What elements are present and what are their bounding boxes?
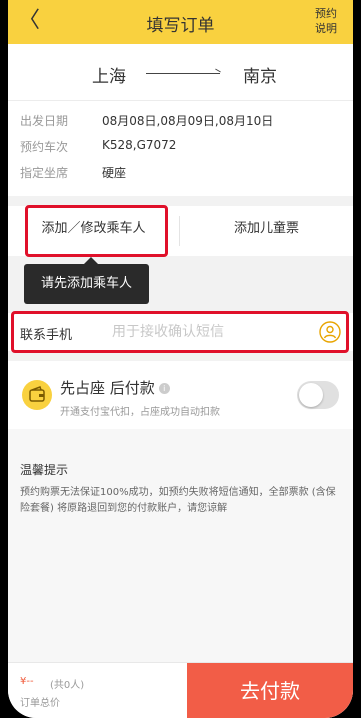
pay-later-subtitle: 开通支付宝代扣，占座成功自动扣款 [60, 407, 220, 418]
add-passenger-tooltip: 请先添加乘车人 [24, 257, 149, 304]
contact-label: 联系手机 [20, 328, 73, 343]
pay-later-title: 先占座 后付款 i [60, 377, 170, 398]
passenger-count: (共0人) [50, 680, 85, 691]
tips-section: 温馨提示 预约购票无法保证100%成功，如预约失败将短信通知，全部票款 (含保险… [8, 429, 353, 662]
info-label: 出发日期 [20, 114, 69, 128]
arrow-icon [146, 73, 220, 74]
page-title: 填写订单 [146, 16, 215, 36]
pay-later-card: 先占座 后付款 i 开通支付宝代扣，占座成功自动扣款 [8, 361, 353, 429]
info-label: 预约车次 [20, 140, 69, 154]
screen: 〈 填写订单 预约说明 上海 南京 出发日期 08月08日,08月09日,08月… [8, 0, 353, 718]
info-value: 08月08日,08月09日,08月10日 [102, 114, 274, 128]
pay-button[interactable]: 去付款 [187, 663, 353, 718]
info-value: K528,G7072 [102, 138, 177, 152]
reserve-instructions-link[interactable]: 预约说明 [315, 6, 343, 36]
total-label: 订单总价 [20, 698, 60, 709]
route-line: 上海 南京 [8, 62, 353, 87]
header-bar: 〈 填写订单 预约说明 [8, 0, 353, 44]
info-value: 硬座 [102, 166, 127, 180]
phone-input[interactable] [112, 319, 302, 345]
contact-row: 联系手机 [8, 313, 353, 351]
footer-bar: ¥-- (共0人) 订单总价 去付款 [8, 662, 353, 718]
total-price: ¥-- [20, 676, 34, 687]
add-passenger-button[interactable]: 添加／修改乘车人 [8, 206, 179, 256]
add-child-ticket-button[interactable]: 添加儿童票 [180, 206, 353, 256]
info-icon[interactable]: i [158, 383, 170, 394]
pay-later-toggle[interactable] [297, 381, 339, 409]
arrival-city: 南京 [243, 67, 277, 87]
divider [8, 100, 353, 101]
toggle-knob [299, 383, 323, 407]
info-row-seat: 指定坐席 硬座 [20, 164, 343, 182]
wallet-icon [22, 380, 52, 410]
route-card: 上海 南京 出发日期 08月08日,08月09日,08月10日 预约车次 K52… [8, 44, 353, 196]
tips-title: 温馨提示 [20, 463, 69, 477]
contact-book-icon[interactable] [319, 321, 341, 343]
tips-body: 预约购票无法保证100%成功，如预约失败将短信通知，全部票款 (含保险套餐) 将… [20, 487, 336, 514]
passenger-card: 添加／修改乘车人 添加儿童票 [8, 206, 353, 256]
pay-later-title-text: 先占座 后付款 [60, 379, 155, 397]
departure-city: 上海 [92, 67, 126, 87]
info-row-date: 出发日期 08月08日,08月09日,08月10日 [20, 112, 343, 130]
info-row-train: 预约车次 K528,G7072 [20, 138, 343, 156]
info-label: 指定坐席 [20, 166, 69, 180]
